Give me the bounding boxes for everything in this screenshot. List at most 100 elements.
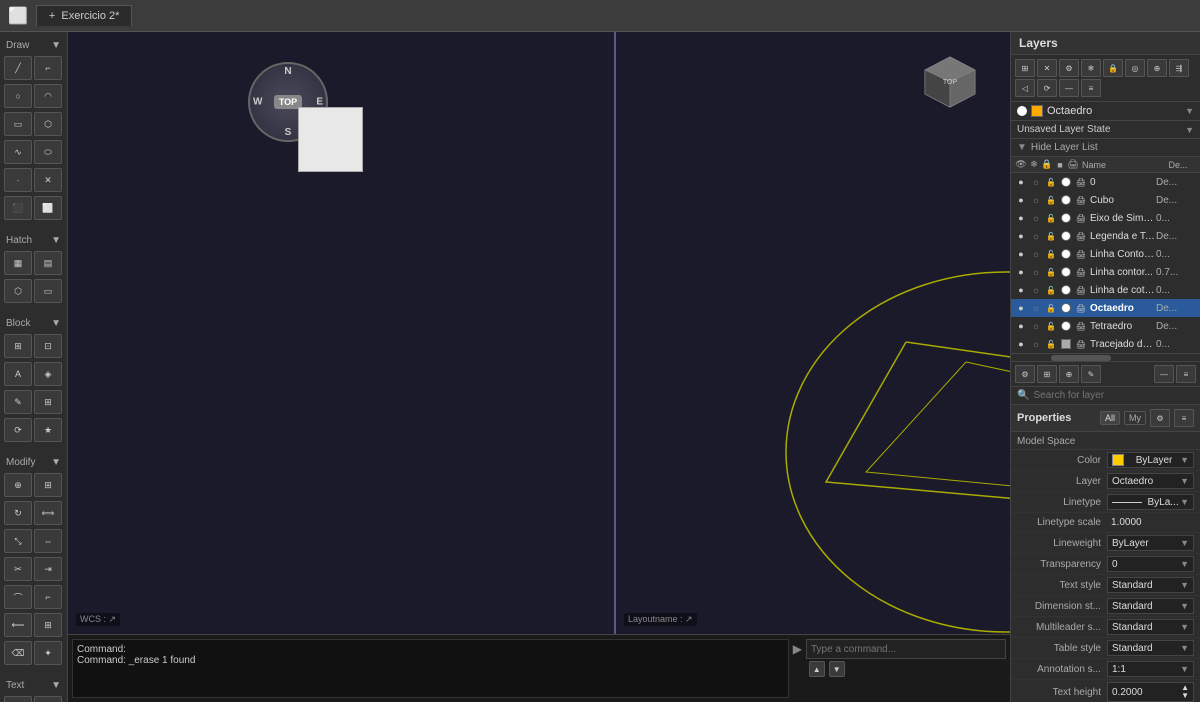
cmd-scroll-down[interactable]: ▼ <box>829 661 845 677</box>
wipeout-tool[interactable]: ⬜ <box>34 196 62 220</box>
spline-tool[interactable]: ∿ <box>4 140 32 164</box>
explode-tool[interactable]: ✦ <box>34 641 62 665</box>
insert-tool[interactable]: ⊞ <box>4 334 32 358</box>
layer-walk-btn[interactable]: ⇶ <box>1169 59 1189 77</box>
properties-tab-my[interactable]: My <box>1124 411 1146 425</box>
copy-tool[interactable]: ⊞ <box>34 473 62 497</box>
attredef-tool[interactable]: ◈ <box>34 362 62 386</box>
layer-lock-icon[interactable]: 🔓 <box>1045 194 1057 206</box>
layer-row[interactable]: ● ☼ 🔓 🖨 Eixo de Simet... 0... <box>1011 209 1200 227</box>
block-edit-tool[interactable]: ✎ <box>4 390 32 414</box>
layer-lock-icon[interactable]: 🔓 <box>1045 266 1057 278</box>
layer-close-btn[interactable]: — <box>1059 79 1079 97</box>
prop-value-transparency[interactable]: 0 ▼ <box>1107 556 1194 572</box>
layer-row[interactable]: ● ☼ 🔓 🖨 Linha de cota... 0... <box>1011 281 1200 299</box>
layer-freeze-icon[interactable]: ☼ <box>1030 176 1042 188</box>
text-section[interactable]: Text ▼ <box>2 676 65 693</box>
layer-plot-icon[interactable]: 🖨 <box>1075 248 1087 260</box>
layer-eye-icon[interactable]: ● <box>1015 176 1027 188</box>
prop-value-linetype[interactable]: ByLa... ▼ <box>1107 494 1194 510</box>
polygon-tool[interactable]: ⬡ <box>34 112 62 136</box>
lweight-dropdown-arrow[interactable]: ▼ <box>1180 538 1189 548</box>
ellipse-tool[interactable]: ⬭ <box>34 140 62 164</box>
layer-settings-btn[interactable]: ⚙ <box>1059 59 1079 77</box>
layer-dropdown-arrow[interactable]: ▼ <box>1180 476 1189 486</box>
layer-freeze-icon[interactable]: ☼ <box>1030 194 1042 206</box>
xline-tool[interactable]: ✕ <box>34 168 62 192</box>
layer-row[interactable]: ● ☼ 🔓 🖨 Cubo De... <box>1011 191 1200 209</box>
block-misc-tool[interactable]: ⊞ <box>34 390 62 414</box>
layer-plot-icon[interactable]: 🖨 <box>1075 284 1087 296</box>
prop-value-tablestyle[interactable]: Standard ▼ <box>1107 640 1194 656</box>
layer-freeze-icon[interactable]: ☼ <box>1030 320 1042 332</box>
command-input[interactable] <box>806 639 1006 659</box>
layer-lock-icon[interactable]: 🔓 <box>1045 302 1057 314</box>
layer-prev-btn[interactable]: ◁ <box>1015 79 1035 97</box>
block-def-tool[interactable]: ⊡ <box>34 334 62 358</box>
fillet-tool[interactable]: ⌒ <box>4 585 32 609</box>
layer-eye-icon[interactable]: ● <box>1015 230 1027 242</box>
stretch-tool[interactable]: ⇔ <box>34 529 62 553</box>
layer-row[interactable]: ● ☼ 🔓 🖨 Legenda e Te... De... <box>1011 227 1200 245</box>
layer-lock-icon[interactable]: 🔓 <box>1045 338 1057 350</box>
layer-lock-icon[interactable]: 🔓 <box>1045 230 1057 242</box>
layer-eye-icon[interactable]: ● <box>1015 248 1027 260</box>
transparency-dropdown-arrow[interactable]: ▼ <box>1180 559 1189 569</box>
draw-section[interactable]: Draw ▼ <box>2 36 65 53</box>
layer-lock-icon[interactable]: 🔓 <box>1045 284 1057 296</box>
move-tool[interactable]: ⊕ <box>4 473 32 497</box>
layer-delete-btn[interactable]: ✕ <box>1037 59 1057 77</box>
scale-tool[interactable]: ⤡ <box>4 529 32 553</box>
arc-tool[interactable]: ◠ <box>34 84 62 108</box>
layer-refresh-btn[interactable]: ⟳ <box>1037 79 1057 97</box>
layer-eye-icon[interactable]: ● <box>1015 284 1027 296</box>
layer-plot-icon[interactable]: 🖨 <box>1075 338 1087 350</box>
text-tool[interactable]: a <box>34 696 62 702</box>
active-tab[interactable]: + Exercicio 2* <box>36 5 133 26</box>
cmd-scroll-up[interactable]: ▲ <box>809 661 825 677</box>
boundary-tool[interactable]: ⬡ <box>4 279 32 303</box>
layer-plot-icon[interactable]: 🖨 <box>1075 266 1087 278</box>
layer-row[interactable]: ● ☼ 🔓 🖨 0 De... <box>1011 173 1200 191</box>
properties-settings-btn[interactable]: ⚙ <box>1150 409 1170 427</box>
chamfer-tool[interactable]: ⌐ <box>34 585 62 609</box>
layer-btm-btn3[interactable]: ⊕ <box>1059 365 1079 383</box>
layer-lock-icon[interactable]: 🔓 <box>1045 320 1057 332</box>
circle-tool[interactable]: ○ <box>4 84 32 108</box>
mtext-tool[interactable]: A <box>4 696 32 702</box>
layer-freeze-icon[interactable]: ☼ <box>1030 338 1042 350</box>
layer-btm-btn4[interactable]: ✎ <box>1081 365 1101 383</box>
modify-section[interactable]: Modify ▼ <box>2 453 65 470</box>
prop-value-textheight[interactable]: 0.2000 ▲ ▼ <box>1107 682 1194 702</box>
layer-plot-icon[interactable]: 🖨 <box>1075 176 1087 188</box>
active-layer-dropdown-arrow[interactable]: ▼ <box>1185 106 1194 116</box>
gradient-tool[interactable]: ▤ <box>34 251 62 275</box>
prop-value-lweight[interactable]: ByLayer ▼ <box>1107 535 1194 551</box>
layer-row[interactable]: ● ☼ 🔓 🖨 Linha Contor... 0... <box>1011 245 1200 263</box>
color-dropdown-arrow[interactable]: ▼ <box>1180 455 1189 465</box>
layer-lock-icon[interactable]: 🔓 <box>1045 248 1057 260</box>
viewport-right[interactable]: TOP Layoutname : ↗ <box>616 32 1010 634</box>
layer-row[interactable]: ● ☼ 🔓 🖨 Tracejado de... 0... <box>1011 335 1200 353</box>
synchronize-tool[interactable]: ⟳ <box>4 418 32 442</box>
attdef-tool[interactable]: A <box>4 362 32 386</box>
mirror-tool[interactable]: ⟺ <box>34 501 62 525</box>
extend-tool[interactable]: ⇥ <box>34 557 62 581</box>
viewport-left[interactable]: N S E W TOP <box>68 32 616 634</box>
textstyle-dropdown-arrow[interactable]: ▼ <box>1180 580 1189 590</box>
point-tool[interactable]: · <box>4 168 32 192</box>
layer-lock-icon[interactable]: 🔓 <box>1045 176 1057 188</box>
layer-plot-icon[interactable]: 🖨 <box>1075 230 1087 242</box>
layer-lock-btn[interactable]: 🔒 <box>1103 59 1123 77</box>
prop-value-dimstyle[interactable]: Standard ▼ <box>1107 598 1194 614</box>
region-tool[interactable]: ⬛ <box>4 196 32 220</box>
layer-btm-minus[interactable]: — <box>1154 365 1174 383</box>
layer-plot-icon[interactable]: 🖨 <box>1075 194 1087 206</box>
layer-eye-icon[interactable]: ● <box>1015 302 1027 314</box>
wipeout2-tool[interactable]: ▭ <box>34 279 62 303</box>
layer-eye-icon[interactable]: ● <box>1015 338 1027 350</box>
hide-layer-toggle[interactable]: ▼ Hide Layer List <box>1011 139 1200 157</box>
rotate-tool[interactable]: ↻ <box>4 501 32 525</box>
layer-freeze-icon[interactable]: ☼ <box>1030 248 1042 260</box>
rect-tool[interactable]: ▭ <box>4 112 32 136</box>
